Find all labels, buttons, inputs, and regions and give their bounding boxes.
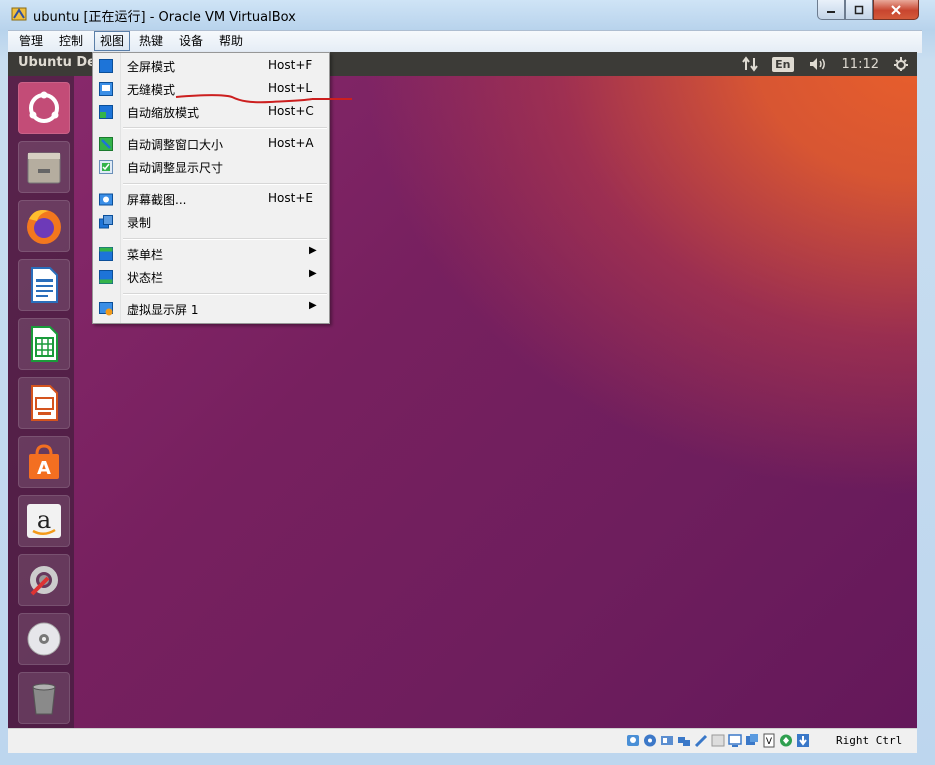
fullscreen-icon xyxy=(99,59,113,73)
shared-folders-icon[interactable] xyxy=(711,733,725,748)
menu-item-seamless[interactable]: 无缝模式 Host+L xyxy=(93,78,329,100)
status-bar: V Right Ctrl xyxy=(8,728,917,753)
menu-item-virtual-screen-1[interactable]: 虚拟显示屏 1 ▶ xyxy=(93,298,329,320)
amazon-icon: a xyxy=(27,504,61,538)
clock[interactable]: 11:12 xyxy=(842,57,879,72)
svg-text:a: a xyxy=(37,506,51,534)
software-center-icon: A xyxy=(29,444,59,479)
menu-separator xyxy=(123,238,327,240)
virtualbox-app-icon xyxy=(11,7,27,21)
optical-drive-icon[interactable] xyxy=(643,733,657,748)
menu-item-fullscreen[interactable]: 全屏模式 Host+F xyxy=(93,55,329,77)
dvd-icon xyxy=(27,622,61,656)
close-button[interactable] xyxy=(873,0,919,20)
auto-resize-window-icon xyxy=(99,137,113,151)
impress-icon xyxy=(31,385,58,421)
title-bar: ubuntu [正在运行] - Oracle VM VirtualBox xyxy=(0,0,935,30)
launcher-amazon[interactable]: a xyxy=(18,495,70,547)
menu-manage[interactable]: 管理 xyxy=(14,32,48,51)
video-capture-icon[interactable] xyxy=(745,733,759,748)
auto-resize-display-checked-icon xyxy=(99,160,113,174)
guest-additions-icon[interactable] xyxy=(779,733,793,748)
maximize-button[interactable] xyxy=(845,0,873,20)
svg-text:A: A xyxy=(37,458,51,479)
volume-icon[interactable] xyxy=(808,56,828,72)
menu-hotkeys[interactable]: 热键 xyxy=(134,32,168,51)
screenshot-icon xyxy=(99,193,113,206)
menu-separator xyxy=(123,183,327,185)
minimize-icon xyxy=(827,10,835,13)
host-key-label: Right Ctrl xyxy=(836,734,903,747)
recording-icon xyxy=(99,215,113,229)
network-adapter-icon[interactable] xyxy=(677,733,691,748)
menu-item-menubar[interactable]: 菜单栏 ▶ xyxy=(93,243,329,265)
virtual-screen-icon xyxy=(99,302,113,316)
minimize-button[interactable] xyxy=(817,0,845,20)
menu-help[interactable]: 帮助 xyxy=(214,32,248,51)
status-indicators: V xyxy=(626,733,810,748)
network-icon[interactable] xyxy=(742,56,758,72)
menu-item-scaled[interactable]: 自动缩放模式 Host+C xyxy=(93,101,329,123)
launcher-trash[interactable] xyxy=(18,672,70,724)
window-controls xyxy=(817,0,919,20)
statusbar-icon xyxy=(99,270,113,284)
launcher-calc[interactable] xyxy=(18,318,70,370)
maximize-icon xyxy=(854,5,864,14)
menu-devices[interactable]: 设备 xyxy=(174,32,208,51)
submenu-arrow-icon: ▶ xyxy=(309,268,317,279)
launcher-files[interactable] xyxy=(18,141,70,193)
menu-separator xyxy=(123,293,327,295)
usb-icon[interactable] xyxy=(694,733,708,748)
trash-icon xyxy=(32,683,56,715)
writer-icon xyxy=(31,267,58,303)
launcher-system-settings[interactable] xyxy=(18,554,70,606)
menu-item-screenshot[interactable]: 屏幕截图... Host+E xyxy=(93,188,329,210)
audio-icon[interactable] xyxy=(660,733,674,748)
system-settings-icon xyxy=(30,566,58,596)
menu-separator xyxy=(123,127,327,129)
launcher-ubuntu-dash[interactable] xyxy=(18,82,70,134)
hard-disk-icon[interactable] xyxy=(626,733,640,748)
submenu-arrow-icon: ▶ xyxy=(309,245,317,256)
files-icon xyxy=(27,152,61,184)
topbar-title: Ubuntu De xyxy=(18,55,96,70)
ubuntu-dash-icon xyxy=(29,91,59,123)
close-icon xyxy=(891,4,901,15)
menu-item-recording[interactable]: 录制 xyxy=(93,211,329,233)
menu-control[interactable]: 控制 xyxy=(54,32,88,51)
keyboard-layout-indicator[interactable]: En xyxy=(772,56,794,72)
calc-icon xyxy=(31,326,58,362)
view-menu-dropdown: 全屏模式 Host+F 无缝模式 Host+L 自动缩放模式 Host+C 自动… xyxy=(92,52,330,324)
seamless-mode-icon xyxy=(99,82,113,96)
submenu-arrow-icon: ▶ xyxy=(309,300,317,311)
menu-view[interactable]: 视图 xyxy=(94,31,131,51)
virtualization-icon[interactable]: V xyxy=(762,733,776,748)
window-title: ubuntu [正在运行] - Oracle VM VirtualBox xyxy=(33,10,296,25)
scaled-mode-icon xyxy=(99,105,113,119)
menubar-icon xyxy=(99,247,113,261)
gear-icon[interactable] xyxy=(893,56,909,72)
menu-item-statusbar[interactable]: 状态栏 ▶ xyxy=(93,266,329,288)
mouse-integration-icon[interactable] xyxy=(796,733,810,748)
launcher-software-center[interactable]: A xyxy=(18,436,70,488)
menu-item-auto-resize-window[interactable]: 自动调整窗口大小 Host+A xyxy=(93,133,329,155)
display-icon[interactable] xyxy=(728,733,742,748)
launcher-impress[interactable] xyxy=(18,377,70,429)
ubuntu-launcher: A a xyxy=(8,76,74,728)
menu-bar: 管理 控制 视图 热键 设备 帮助 xyxy=(8,30,922,53)
indicator-area: En 11:12 xyxy=(742,52,909,76)
launcher-writer[interactable] xyxy=(18,259,70,311)
firefox-icon xyxy=(27,210,61,244)
launcher-firefox[interactable] xyxy=(18,200,70,252)
svg-text:V: V xyxy=(766,737,773,747)
launcher-dvd[interactable] xyxy=(18,613,70,665)
menu-item-auto-resize-display[interactable]: 自动调整显示尺寸 xyxy=(93,156,329,178)
